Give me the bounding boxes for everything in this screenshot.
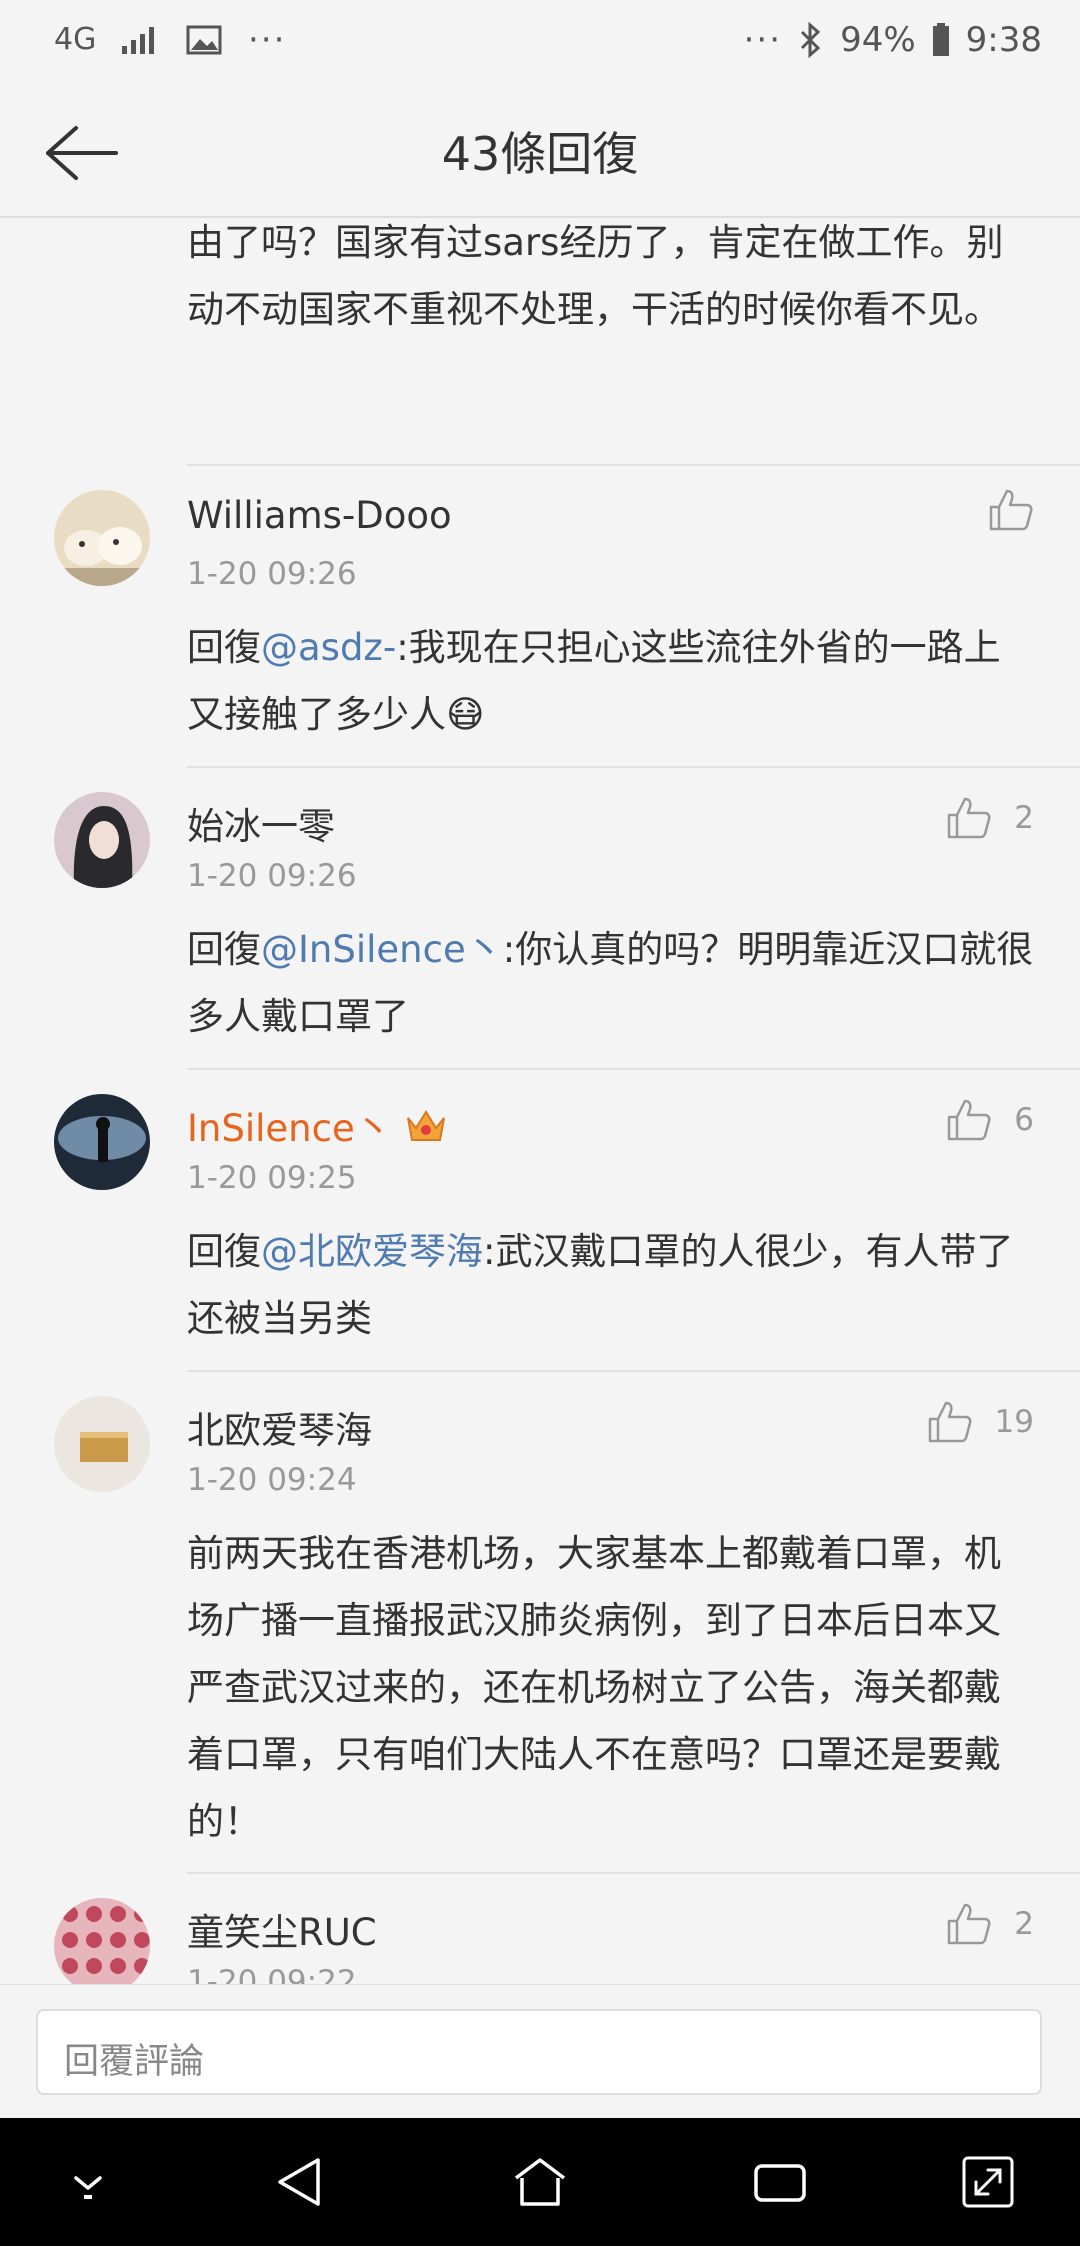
thumbs-up-icon xyxy=(948,797,991,839)
reply-bar: 回覆評論 xyxy=(0,1984,1080,2119)
page-title: 43條回復 xyxy=(441,127,639,181)
hide-keyboard-icon[interactable] xyxy=(58,2152,118,2212)
comment-list[interactable]: 有症状怎么会查？就凭大会是武汉就要限制人身自由了吗？国家有过sars经历了，肯定… xyxy=(0,218,1080,1984)
comment-text: 回復@InSilence丶:你认真的吗？明明靠近汉口就很多人戴口罩了 xyxy=(187,928,1034,1038)
username[interactable]: InSilence丶 xyxy=(187,1098,448,1155)
thumbs-up-icon xyxy=(948,1099,991,1141)
reply-input[interactable]: 回覆評論 xyxy=(36,2009,1042,2095)
like-count: 6 xyxy=(1014,1102,1034,1138)
like-button[interactable]: 2 xyxy=(946,796,1034,840)
like-button[interactable] xyxy=(988,488,1034,532)
bluetooth-icon xyxy=(801,22,821,58)
comment-item: 始冰一零 1-20 09:26 2 回復@InSilence丶:你认真的吗？明明… xyxy=(0,768,1080,1068)
like-button[interactable]: 6 xyxy=(946,1098,1034,1142)
home-nav-icon[interactable] xyxy=(510,2152,570,2212)
comment-text: 回復@asdz-:我现在只担心这些流往外省的一路上又接触了多少人😷 xyxy=(187,626,1001,736)
battery-icon xyxy=(932,23,949,56)
timestamp: 1-20 09:26 xyxy=(187,858,357,894)
username[interactable]: 童笑尘RUC xyxy=(187,1902,377,1956)
like-button[interactable]: 19 xyxy=(927,1400,1034,1444)
comment-text: 前两天我在香港机场，大家基本上都戴着口罩，机场广播一直播报武汉肺炎病例，到了日本… xyxy=(187,1532,1001,1843)
username[interactable]: 北欧爱琴海 xyxy=(187,1400,372,1454)
mention-link[interactable]: @北欧爱琴海 xyxy=(261,1230,483,1273)
thumbs-up-icon xyxy=(948,1903,991,1945)
timestamp: 1-20 09:25 xyxy=(187,1160,357,1196)
username[interactable]: 始冰一零 xyxy=(187,796,335,850)
image-icon xyxy=(186,25,222,55)
avatar[interactable] xyxy=(54,1396,150,1492)
signal-icon xyxy=(122,27,154,54)
network-type: 4G xyxy=(54,22,97,57)
system-nav-bar xyxy=(0,2118,1080,2246)
like-count: 19 xyxy=(994,1404,1034,1440)
mention-link[interactable]: @asdz- xyxy=(261,626,396,669)
comment-item: 北欧爱琴海 1-20 09:24 19 前两天我在香港机场，大家基本上都戴着口罩… xyxy=(0,1372,1080,1872)
clock: 9:38 xyxy=(965,20,1042,60)
username[interactable]: Williams-Dooo xyxy=(187,494,452,537)
back-nav-icon[interactable] xyxy=(270,2152,330,2212)
comment-item: 童笑尘RUC 1-20 09:22 2 xyxy=(0,1874,1080,1984)
avatar[interactable] xyxy=(54,1094,150,1190)
status-bar: 4G ··· ··· 94% 9:38 xyxy=(0,0,1080,90)
comment-item: InSilence丶 1-20 09:25 6 回復@北欧爱琴海:武汉戴口罩的人… xyxy=(0,1070,1080,1370)
avatar[interactable] xyxy=(54,490,150,586)
status-dots: ··· xyxy=(743,20,783,60)
thumbs-up-icon xyxy=(989,489,1033,531)
vip-crown-icon xyxy=(404,1106,448,1155)
like-count: 2 xyxy=(1014,1906,1034,1942)
mention-link[interactable]: @InSilence丶 xyxy=(261,928,503,971)
like-button[interactable]: 2 xyxy=(946,1902,1034,1946)
more-notifications: ··· xyxy=(248,20,287,60)
timestamp: 1-20 09:26 xyxy=(187,556,357,592)
timestamp: 1-20 09:24 xyxy=(187,1462,357,1498)
comment-text: 回復@北欧爱琴海:武汉戴口罩的人很少，有人带了还被当另类 xyxy=(187,1230,1014,1340)
recents-nav-icon[interactable] xyxy=(750,2152,810,2212)
avatar[interactable] xyxy=(54,1898,150,1984)
like-count: 2 xyxy=(1014,800,1034,836)
avatar[interactable] xyxy=(54,792,150,888)
partial-comment-text: 有症状怎么会查？就凭大会是武汉就要限制人身自由了吗？国家有过sars经历了，肯定… xyxy=(187,221,1004,331)
thumbs-up-icon xyxy=(928,1401,972,1443)
expand-screen-icon[interactable] xyxy=(958,2152,1018,2212)
comment-item: Williams-Dooo 1-20 09:26 回復@asdz-:我现在只担心… xyxy=(0,466,1080,766)
header: 43條回復 xyxy=(0,90,1080,218)
battery-percent: 94% xyxy=(840,20,916,60)
timestamp: 1-20 09:22 xyxy=(187,1964,357,1984)
